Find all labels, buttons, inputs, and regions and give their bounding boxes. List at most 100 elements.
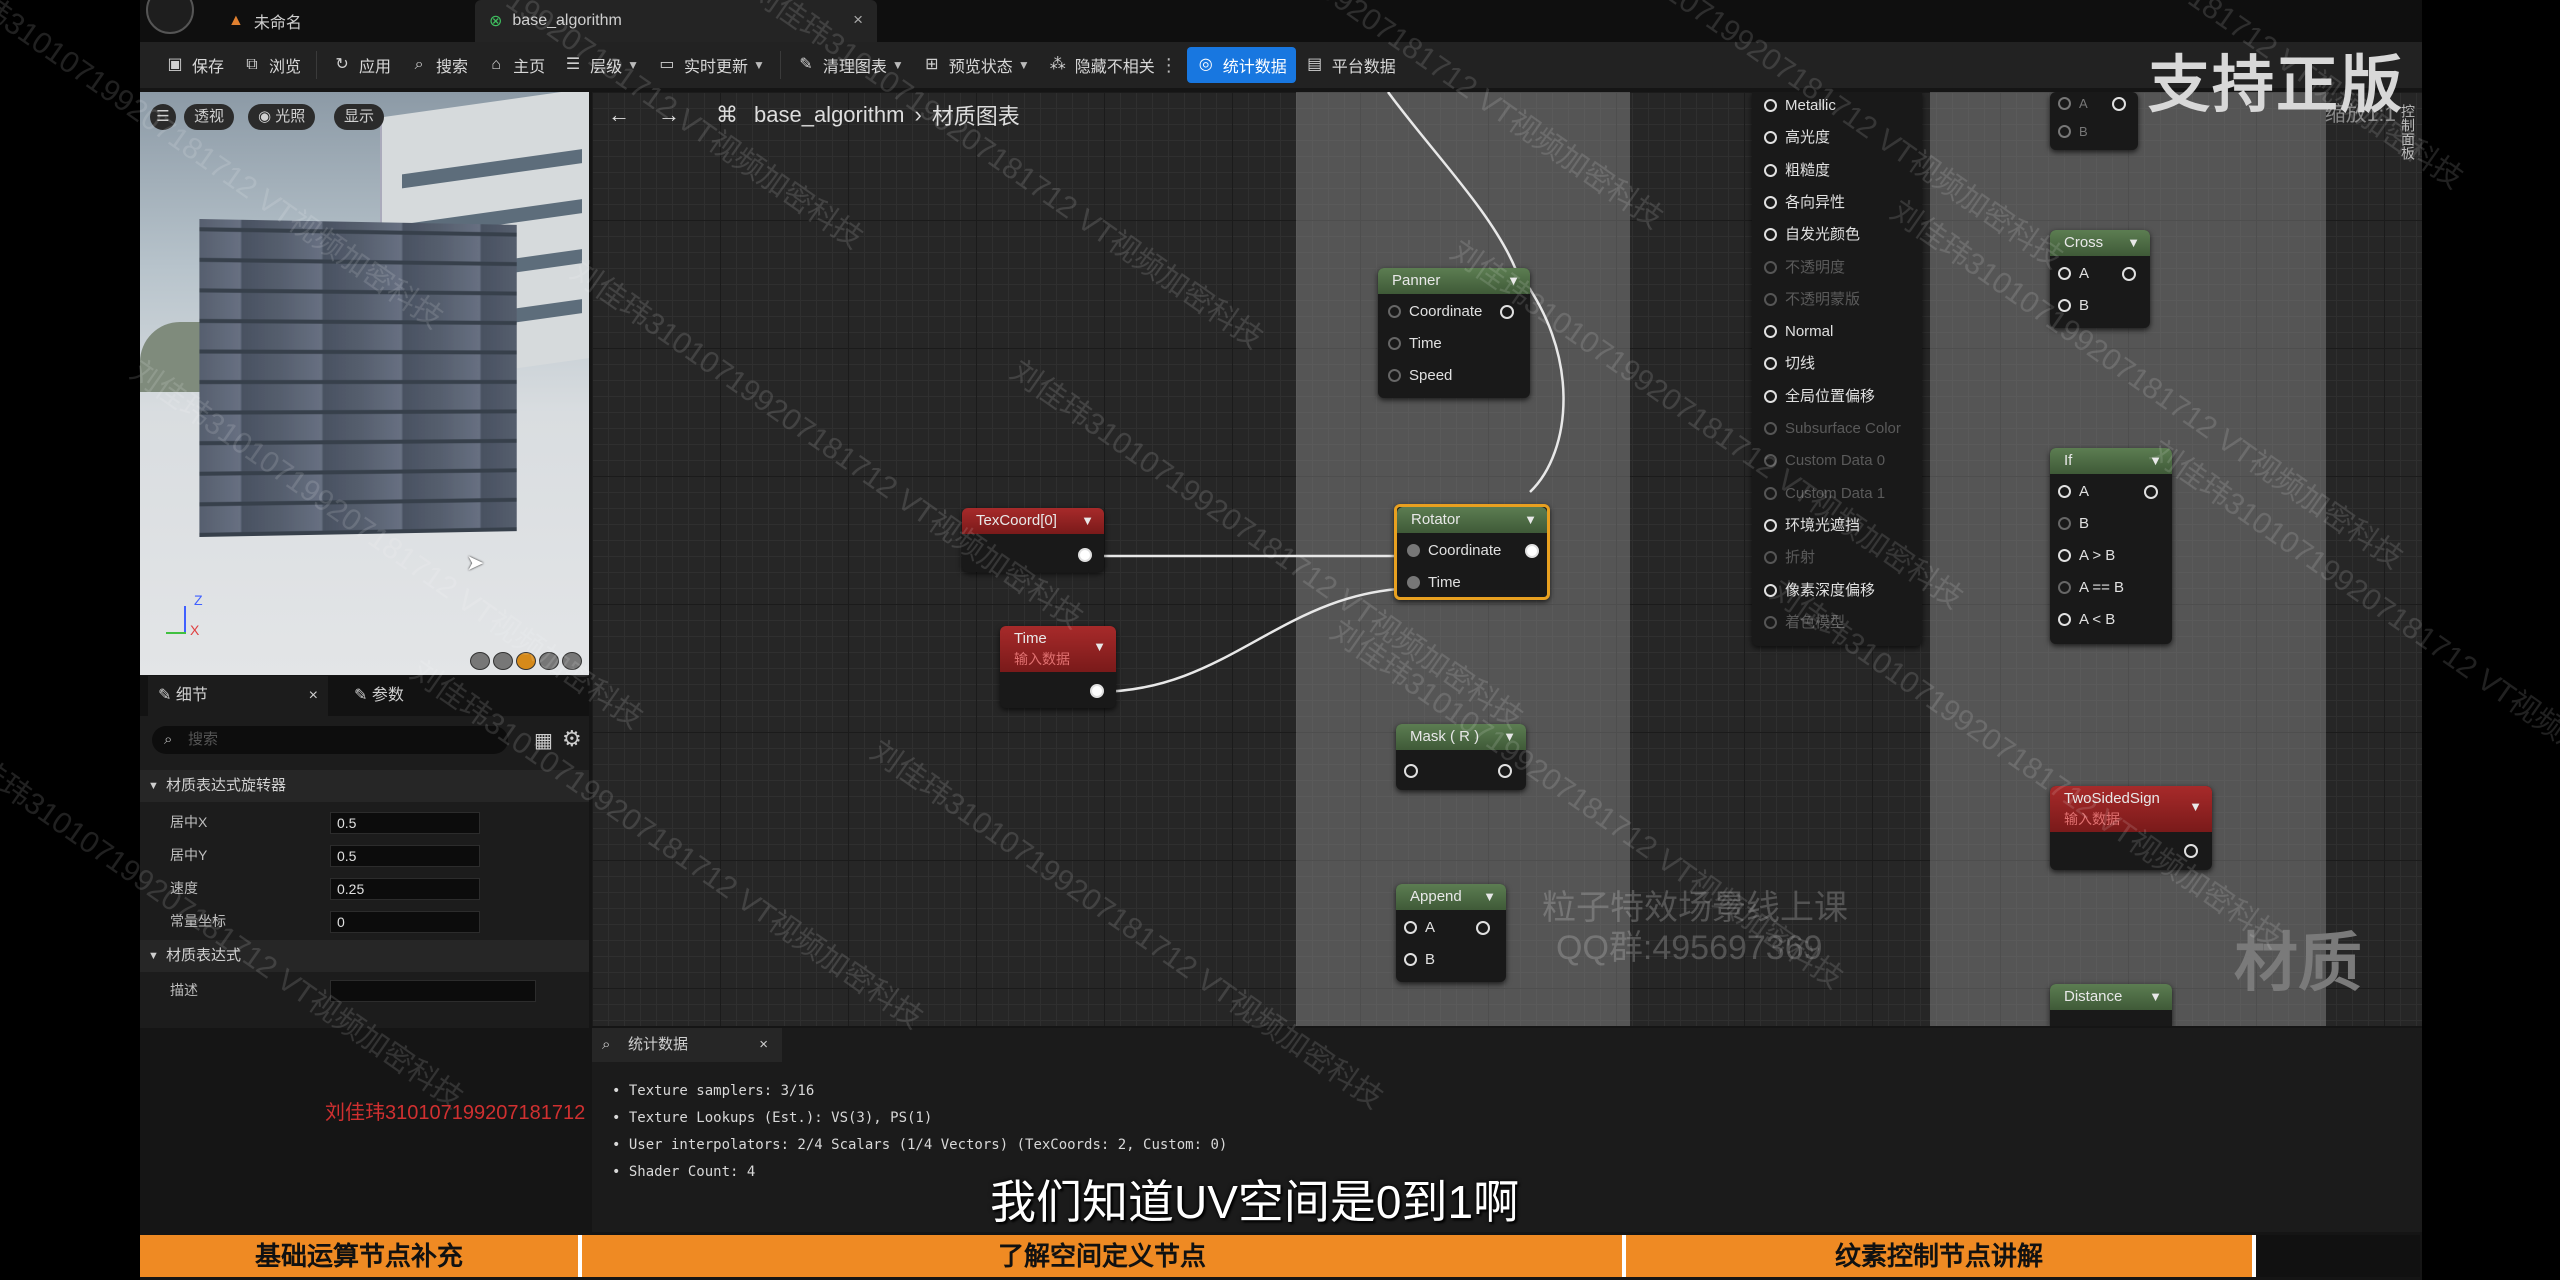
- output-pin[interactable]: [2122, 267, 2136, 281]
- unreal-logo-icon[interactable]: [146, 0, 194, 34]
- center-x-input[interactable]: 0.5: [330, 812, 480, 834]
- material-pin[interactable]: 环境光遮挡: [1764, 516, 1860, 536]
- pin-a[interactable]: A: [2058, 482, 2089, 502]
- node-material-output[interactable]: Metallic 高光度 粗糙度 各向异性 自发光颜色 不透明度 不透明蒙版 Normal 切线…: [1752, 92, 1922, 646]
- material-pin[interactable]: 高光度: [1764, 128, 1830, 148]
- material-pin[interactable]: 切线: [1764, 354, 1815, 374]
- material-pin[interactable]: Custom Data 0: [1764, 451, 1885, 471]
- material-pin[interactable]: 像素深度偏移: [1764, 581, 1875, 601]
- node-panner[interactable]: Panner ▼ Coordinate Time Speed: [1378, 268, 1530, 398]
- output-pin[interactable]: [2184, 844, 2198, 858]
- input-pin[interactable]: [1404, 764, 1418, 778]
- chevron-down-icon[interactable]: ▼: [1081, 508, 1094, 534]
- chevron-down-icon[interactable]: ▼: [2189, 794, 2202, 820]
- apply-button[interactable]: ↻ 应用: [323, 47, 400, 83]
- node-time[interactable]: Time ▼ 输入数据: [1000, 626, 1116, 708]
- node-append[interactable]: Append ▼ A B: [1396, 884, 1506, 982]
- pin-a-less-b[interactable]: A < B: [2058, 610, 2115, 630]
- chevron-down-icon[interactable]: ▼: [1093, 634, 1106, 660]
- sphere-icon[interactable]: [493, 652, 513, 670]
- pin-b[interactable]: B: [2058, 514, 2089, 534]
- chevron-down-icon[interactable]: ▼: [1507, 268, 1520, 294]
- cylinder-icon[interactable]: [470, 652, 490, 670]
- tab-untitled[interactable]: ▲ 未命名: [228, 0, 448, 42]
- tab-details[interactable]: ✎ 细节 ×: [148, 676, 328, 716]
- chapter-1[interactable]: 基础运算节点补充: [140, 1235, 578, 1277]
- node-partial-top[interactable]: A B: [2050, 92, 2138, 150]
- material-pin[interactable]: Custom Data 1: [1764, 484, 1885, 504]
- table-view-icon[interactable]: ▦: [534, 728, 553, 753]
- material-pin[interactable]: 不透明蒙版: [1764, 290, 1860, 310]
- output-pin[interactable]: [1498, 764, 1512, 778]
- output-pin[interactable]: [1525, 544, 1539, 558]
- material-pin[interactable]: Subsurface Color: [1764, 419, 1901, 439]
- material-pin[interactable]: 不透明度: [1764, 258, 1845, 278]
- save-button[interactable]: ▣ 保存: [156, 47, 233, 83]
- lit-button[interactable]: ◉ 光照: [248, 104, 316, 130]
- material-pin[interactable]: 全局位置偏移: [1764, 387, 1875, 407]
- breadcrumb-root[interactable]: base_algorithm: [754, 102, 904, 128]
- platform-stats-button[interactable]: ▤ 平台数据: [1296, 47, 1405, 83]
- node-mask-r[interactable]: Mask ( R ) ▼: [1396, 724, 1526, 790]
- pin-a[interactable]: A: [2058, 264, 2089, 284]
- description-input[interactable]: [330, 980, 536, 1002]
- material-pin[interactable]: 各向异性: [1764, 193, 1845, 213]
- center-y-input[interactable]: 0.5: [330, 845, 480, 867]
- material-pin[interactable]: 自发光颜色: [1764, 225, 1860, 245]
- chevron-down-icon[interactable]: ▼: [2149, 448, 2162, 474]
- close-icon[interactable]: ×: [309, 676, 318, 716]
- chapter-3[interactable]: 纹素控制节点讲解: [1622, 1235, 2252, 1277]
- output-pin[interactable]: [2112, 97, 2126, 111]
- pin-speed[interactable]: Speed: [1388, 366, 1452, 386]
- stats-tab[interactable]: ⌕ 统计数据 ×: [592, 1028, 782, 1062]
- node-texcoord[interactable]: TexCoord[0] ▼: [962, 508, 1104, 572]
- node-if[interactable]: If ▼ A B A > B A == B A < B: [2050, 448, 2172, 644]
- plane-icon[interactable]: [516, 652, 536, 670]
- output-pin[interactable]: [1476, 921, 1490, 935]
- settings-gear-icon[interactable]: ⚙: [562, 726, 582, 752]
- live-update-dropdown[interactable]: ▭ 实时更新 ▼: [648, 47, 774, 83]
- section-rotator[interactable]: ▼ 材质表达式旋转器: [140, 770, 589, 802]
- show-button[interactable]: 显示: [334, 104, 385, 130]
- material-pin[interactable]: Normal: [1764, 322, 1833, 342]
- chapter-2[interactable]: 了解空间定义节点: [578, 1235, 1622, 1277]
- output-pin[interactable]: [1500, 305, 1514, 319]
- search-button[interactable]: ⌕ 搜索: [400, 47, 477, 83]
- chevron-down-icon[interactable]: ▼: [1524, 507, 1537, 533]
- chevron-down-icon[interactable]: ▼: [2149, 984, 2162, 1010]
- clean-graph-dropdown[interactable]: ✎ 清理图表 ▼: [787, 47, 913, 83]
- pin-a[interactable]: A: [1404, 918, 1435, 938]
- forward-arrow-icon[interactable]: →: [658, 102, 680, 128]
- material-pin[interactable]: 着色模型: [1764, 613, 1845, 633]
- chevron-down-icon[interactable]: ▼: [1503, 724, 1516, 750]
- material-pin[interactable]: Metallic: [1764, 96, 1836, 116]
- close-icon[interactable]: ×: [759, 1028, 768, 1062]
- pin-time[interactable]: Time: [1388, 334, 1442, 354]
- pin-a[interactable]: A: [2058, 94, 2088, 114]
- pin-b[interactable]: B: [2058, 122, 2088, 142]
- hierarchy-dropdown[interactable]: ☰ 层级 ▼: [554, 47, 648, 83]
- material-pin[interactable]: 折射: [1764, 548, 1815, 568]
- details-search-input[interactable]: ⌕ 搜索: [152, 726, 508, 754]
- pin-time[interactable]: Time: [1407, 573, 1461, 593]
- node-rotator-selected[interactable]: Rotator ▼ Coordinate Time: [1394, 504, 1550, 600]
- home-button[interactable]: ⌂ 主页: [477, 47, 554, 83]
- section-expression[interactable]: ▼ 材质表达式: [140, 940, 589, 972]
- node-distance[interactable]: Distance ▼: [2050, 984, 2172, 1026]
- browse-button[interactable]: ⧉ 浏览: [233, 47, 310, 83]
- back-arrow-icon[interactable]: ←: [608, 102, 630, 128]
- output-pin[interactable]: [2144, 485, 2158, 499]
- output-pin[interactable]: [1090, 684, 1104, 698]
- node-cross[interactable]: Cross ▼ A B: [2050, 230, 2150, 328]
- hide-unrelated-button[interactable]: ⁂ 隐藏不相关 ⋮: [1039, 47, 1187, 83]
- pin-coordinate[interactable]: Coordinate: [1407, 541, 1501, 561]
- perspective-button[interactable]: 透视: [184, 104, 235, 130]
- material-graph-canvas[interactable]: ← → ⌘ base_algorithm › 材质图表 缩放1:1 控制面板 P…: [592, 92, 2422, 1026]
- const-coordinate-input[interactable]: 0: [330, 911, 480, 933]
- tab-base-algorithm[interactable]: ⊗ base_algorithm ×: [475, 0, 877, 42]
- speed-input[interactable]: 0.25: [330, 878, 480, 900]
- custom-mesh-icon[interactable]: [562, 652, 582, 670]
- chevron-down-icon[interactable]: ▼: [1483, 884, 1496, 910]
- chevron-down-icon[interactable]: ▼: [2127, 230, 2140, 256]
- pin-a-equal-b[interactable]: A == B: [2058, 578, 2124, 598]
